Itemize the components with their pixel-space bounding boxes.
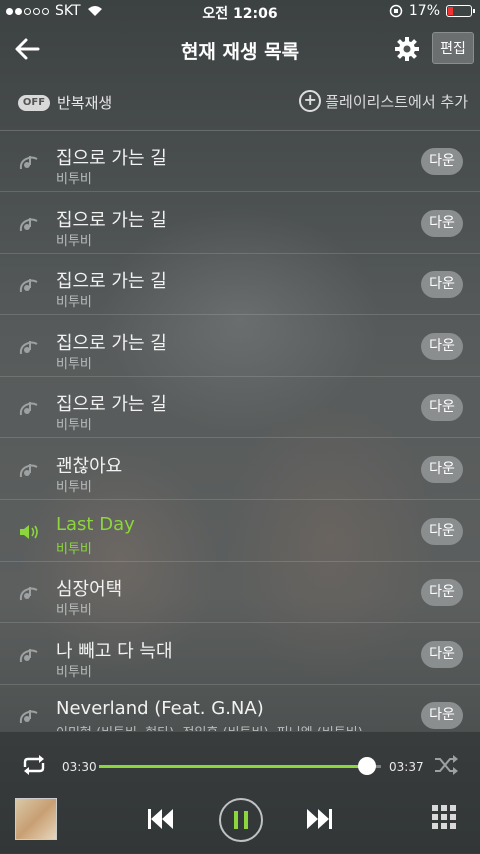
playlist-row-now-playing[interactable]: Last Day 비투비 다운: [0, 501, 480, 562]
song-title: 괜찮아요: [56, 456, 123, 477]
playlist-row[interactable]: 나 빼고 다 늑대 비투비 다운: [0, 624, 480, 685]
download-button[interactable]: 다운: [421, 394, 463, 421]
song-title: 집으로 가는 길: [56, 271, 167, 292]
download-button[interactable]: 다운: [421, 333, 463, 360]
song-artist: 비투비: [56, 542, 92, 557]
download-button[interactable]: 다운: [421, 518, 463, 545]
repeat-icon[interactable]: [20, 754, 48, 776]
download-button[interactable]: 다운: [421, 148, 463, 175]
edit-button[interactable]: 편집: [432, 32, 474, 64]
gear-icon[interactable]: [393, 35, 421, 63]
progress-fill: [99, 765, 367, 768]
playlist-row[interactable]: 집으로 가는 길 비투비 다운: [0, 131, 480, 192]
pause-icon: [234, 811, 248, 829]
shuffle-icon[interactable]: [433, 754, 459, 776]
progress-knob[interactable]: [357, 757, 376, 775]
playlist-row[interactable]: 집으로 가는 길 비투비 다운: [0, 193, 480, 254]
download-button[interactable]: 다운: [421, 579, 463, 606]
playlist-row[interactable]: 괜찮아요 비투비 다운: [0, 439, 480, 500]
total-time: 03:37: [389, 760, 424, 774]
battery-percent: 17%: [408, 3, 440, 19]
add-from-playlist-label: 플레이리스트에서 추가: [325, 92, 468, 111]
song-title: 집으로 가는 길: [56, 333, 167, 354]
next-track-icon[interactable]: [305, 804, 335, 834]
add-from-playlist-button[interactable]: + 플레이리스트에서 추가: [299, 90, 468, 112]
rotation-lock-icon: [389, 4, 403, 18]
playlist-options-bar: OFF 반복재생 + 플레이리스트에서 추가: [0, 74, 480, 131]
plus-circle-icon: +: [299, 90, 322, 112]
song-artist: 비투비: [56, 357, 92, 372]
music-note-icon: [19, 402, 38, 416]
music-note-icon: [19, 218, 38, 232]
download-button[interactable]: 다운: [421, 702, 463, 729]
music-note-icon: [19, 649, 38, 663]
progress-slider[interactable]: [99, 757, 381, 775]
playlist-row[interactable]: Neverland (Feat. G.NA) 이민혁 (비투비, 현타), 정일…: [0, 685, 480, 731]
download-button[interactable]: 다운: [421, 271, 463, 298]
song-title: 심장어택: [56, 579, 123, 600]
song-title: Neverland (Feat. G.NA): [56, 698, 264, 719]
album-thumbnail[interactable]: [15, 798, 57, 840]
song-artist: 비투비: [56, 603, 92, 618]
battery-icon: [446, 5, 475, 17]
song-artist: 비투비: [56, 480, 92, 495]
playlist-row[interactable]: 집으로 가는 길 비투비 다운: [0, 316, 480, 377]
music-note-icon: [19, 341, 38, 355]
music-note-icon: [19, 156, 38, 170]
song-title: 집으로 가는 길: [56, 210, 167, 231]
previous-track-icon[interactable]: [145, 804, 175, 834]
music-note-icon: [19, 464, 38, 478]
download-button[interactable]: 다운: [421, 210, 463, 237]
song-artist: 비투비: [56, 295, 92, 310]
grid-menu-icon[interactable]: [432, 805, 456, 829]
playlist-row[interactable]: 집으로 가는 길 비투비 다운: [0, 254, 480, 315]
pause-button[interactable]: [219, 798, 263, 842]
song-title: 나 빼고 다 늑대: [56, 641, 173, 662]
mini-player: 03:30 03:37: [0, 731, 480, 854]
repeat-label: 반복재생: [57, 94, 113, 112]
status-bar: SKT 오전 12:06 17%: [0, 0, 480, 24]
song-title: 집으로 가는 길: [56, 148, 167, 169]
music-note-icon: [19, 710, 38, 724]
song-artist: 비투비: [56, 665, 92, 680]
song-artist: 비투비: [56, 418, 92, 433]
current-time: 03:30: [62, 760, 97, 774]
song-artist: 비투비: [56, 172, 92, 187]
music-note-icon: [19, 279, 38, 293]
playlist: 집으로 가는 길 비투비 다운 집으로 가는 길 비투비 다운 집으로 가는 길…: [0, 131, 480, 731]
song-title: Last Day: [56, 514, 135, 535]
song-title: 집으로 가는 길: [56, 394, 167, 415]
song-artist: 비투비: [56, 234, 92, 249]
playlist-row[interactable]: 집으로 가는 길 비투비 다운: [0, 377, 480, 438]
song-artist: 이민혁 (비투비, 현타), 정일훈 (비투비), 피니엘 (비투비): [56, 722, 363, 731]
app-header: 현재 재생 목록 편집: [0, 24, 480, 74]
playlist-row[interactable]: 심장어택 비투비 다운: [0, 562, 480, 623]
repeat-toggle[interactable]: OFF: [18, 95, 50, 111]
music-note-icon: [19, 587, 38, 601]
download-button[interactable]: 다운: [421, 641, 463, 668]
speaker-playing-icon: [20, 525, 38, 539]
download-button[interactable]: 다운: [421, 456, 463, 483]
